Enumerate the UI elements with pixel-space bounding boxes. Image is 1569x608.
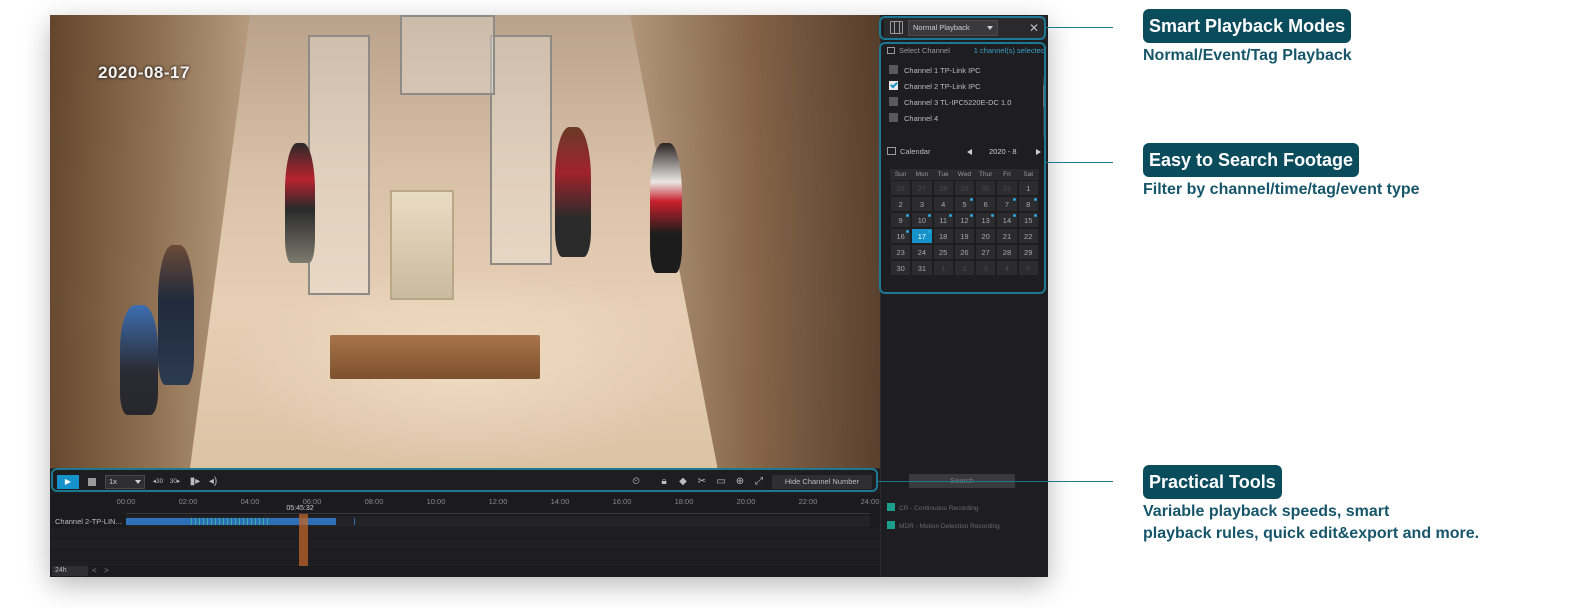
callout-title: Smart Playback Modes <box>1143 9 1352 43</box>
legend-motion-detection[interactable]: MDR - Motion Detection Recording <box>887 521 1000 533</box>
video-scene-display-case <box>400 15 495 95</box>
timeline-tick-label: 20:00 <box>736 497 756 506</box>
track-label: Channel 2-TP-LIN... <box>55 517 122 526</box>
timeline-ruler <box>126 508 870 514</box>
video-scene-display-case <box>308 35 370 295</box>
video-scene-person <box>285 143 315 263</box>
video-scene-person <box>158 245 194 385</box>
range-value: 24h <box>55 567 67 574</box>
recording-segment <box>126 518 188 525</box>
timeline-tick-label: 00:00 <box>116 497 136 506</box>
callout-title: Practical Tools <box>1143 465 1282 499</box>
video-scene-person <box>555 127 591 257</box>
legend-label: CR - Continuous Recording <box>899 505 979 512</box>
callout-subtitle: Normal/Event/Tag Playback <box>1143 47 1352 64</box>
playhead[interactable] <box>299 514 308 566</box>
legend-continuous-recording[interactable]: CR - Continuous Recording <box>887 503 978 515</box>
recording-segment <box>188 518 268 525</box>
date-overlay: 2020-08-17 <box>98 63 190 82</box>
timeline[interactable]: 00:00 02:00 04:00 06:00 08:00 10:00 12:00 14:00… <box>50 494 880 577</box>
timeline-tick-label: 18:00 <box>674 497 694 506</box>
callout-subtitle: Variable playback speeds, smart <box>1143 503 1390 520</box>
timeline-tick-label: 16:00 <box>612 497 632 506</box>
timeline-next-button[interactable]: > <box>104 566 109 576</box>
recording-track[interactable] <box>126 516 870 527</box>
legend-label: MDR - Motion Detection Recording <box>899 523 1000 530</box>
highlight-practical-tools <box>51 468 878 492</box>
callout-subtitle: playback rules, quick edit&export and mo… <box>1143 525 1480 542</box>
time-range-select[interactable]: 24h <box>52 566 88 576</box>
highlight-playback-modes <box>879 16 1046 40</box>
callout-title: Easy to Search Footage <box>1143 143 1360 177</box>
highlight-search-footage <box>879 42 1046 294</box>
video-scene-person <box>120 305 158 415</box>
video-scene-person <box>650 143 682 273</box>
timeline-tick-label: 24:00 <box>860 497 880 506</box>
checkbox-checked[interactable] <box>887 521 895 529</box>
timeline-tick-label: 08:00 <box>364 497 384 506</box>
callout-subtitle: Filter by channel/time/tag/event type <box>1143 181 1420 198</box>
playhead-time: 05:45:32 <box>286 505 314 512</box>
timeline-tick-label: 04:00 <box>240 497 260 506</box>
timeline-tick-label: 14:00 <box>550 497 570 506</box>
timeline-tick-label: 22:00 <box>798 497 818 506</box>
callout-connector <box>1046 27 1113 28</box>
video-scene-display-case <box>490 35 552 265</box>
timeline-tick-label: 10:00 <box>426 497 446 506</box>
video-scene-bench <box>330 335 540 379</box>
empty-tracks <box>50 528 880 566</box>
recording-segment <box>354 518 355 525</box>
timeline-prev-button[interactable]: < <box>92 566 97 576</box>
video-view[interactable]: 2020-08-17 <box>50 15 880 468</box>
timeline-tick-label: 12:00 <box>488 497 508 506</box>
callout-connector <box>1046 162 1113 163</box>
timeline-tick-label: 02:00 <box>178 497 198 506</box>
video-scene-sarcophagus <box>390 190 454 300</box>
callout-connector <box>878 481 1113 482</box>
